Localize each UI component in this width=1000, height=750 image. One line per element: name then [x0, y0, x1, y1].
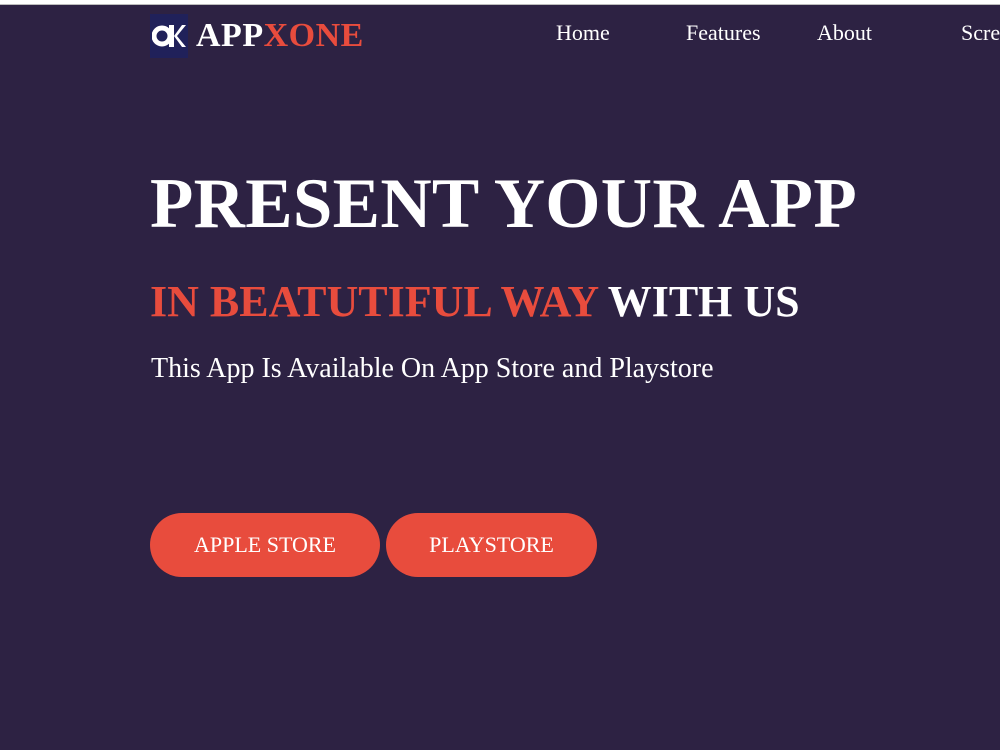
hero-subtitle-rest: WITH US — [607, 277, 800, 326]
nav-screenshots[interactable]: Scre — [961, 18, 1000, 48]
brand-name-app: APP — [196, 17, 264, 54]
brand-name-xone: XONE — [263, 17, 364, 54]
hero-title: PRESENT YOUR APP — [150, 165, 857, 243]
apple-store-button[interactable]: APPLE STORE — [150, 513, 380, 577]
hero-description: This App Is Available On App Store and P… — [151, 353, 714, 384]
playstore-button[interactable]: PLAYSTORE — [386, 513, 597, 577]
nav-home[interactable]: Home — [556, 18, 610, 48]
hero-subtitle: IN BEATUTIFUL WAY WITH US — [150, 276, 800, 328]
hero-subtitle-highlight: IN BEATUTIFUL WAY — [150, 277, 598, 326]
nav-features[interactable]: Features — [686, 18, 761, 48]
brand-logo[interactable]: APPXONE — [150, 14, 364, 58]
brand-name: APPXONE — [196, 14, 364, 58]
ok-logo-icon — [150, 14, 188, 58]
browser-top-edge — [0, 0, 1000, 5]
nav-about[interactable]: About — [817, 18, 872, 48]
